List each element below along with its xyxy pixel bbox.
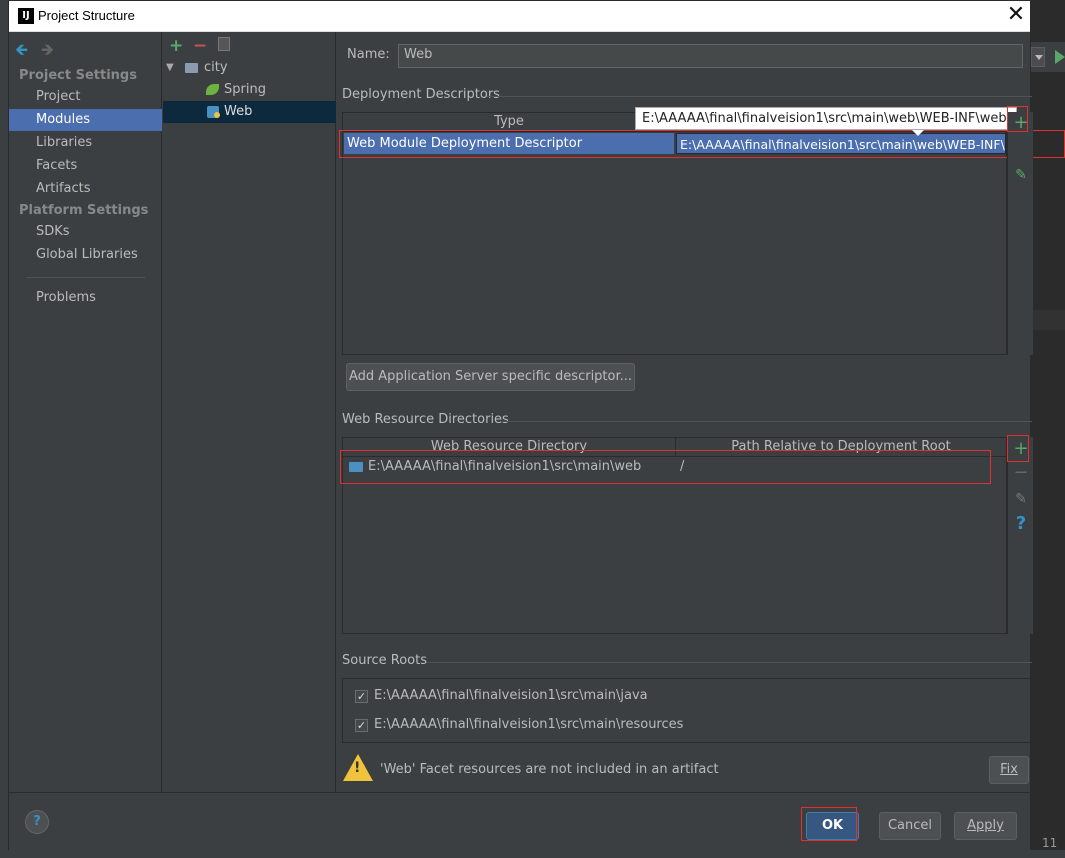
nav-item-project[interactable]: Project bbox=[9, 86, 162, 108]
tree-label-spring: Spring bbox=[224, 82, 266, 97]
nav-item-libraries[interactable]: Libraries bbox=[9, 132, 162, 154]
warning-text: 'Web' Facet resources are not included i… bbox=[380, 762, 719, 777]
list-item: E:\AAAAA\final\finalveision1\src\main\ja… bbox=[374, 688, 648, 703]
background-line-number: 11 bbox=[1042, 836, 1058, 850]
web-resource-directories-title: Web Resource Directories bbox=[342, 412, 509, 427]
ok-button[interactable]: OK bbox=[806, 812, 859, 840]
tooltip-pointer bbox=[912, 130, 924, 136]
edit-pencil-icon[interactable]: ✎ bbox=[1011, 165, 1031, 185]
name-field[interactable]: Web bbox=[398, 44, 1023, 68]
spring-leaf-icon bbox=[206, 84, 219, 95]
nav-item-global-libraries[interactable]: Global Libraries bbox=[9, 244, 162, 266]
nav-item-artifacts[interactable]: Artifacts bbox=[9, 178, 162, 200]
close-button[interactable]: ✕ bbox=[1002, 4, 1030, 28]
nav-item-modules[interactable]: Modules bbox=[9, 109, 162, 131]
remove-icon[interactable]: − bbox=[193, 36, 207, 56]
background-ide-right bbox=[1031, 0, 1065, 858]
tree-label-web: Web bbox=[224, 104, 253, 119]
add-icon[interactable]: + bbox=[169, 36, 183, 56]
help-button[interactable]: ? bbox=[25, 810, 49, 834]
background-status-bar bbox=[0, 850, 1065, 858]
nav-item-sdks[interactable]: SDKs bbox=[9, 221, 162, 243]
table-row[interactable]: E:\AAAAA\final\finalveision1\src\main\we… bbox=[344, 457, 1006, 478]
expand-arrow-icon[interactable]: ▼ bbox=[166, 57, 174, 79]
module-folder-icon bbox=[185, 63, 198, 73]
web-resource-dir-cell: E:\AAAAA\final\finalveision1\src\main\we… bbox=[368, 459, 642, 474]
relative-path-cell: / bbox=[680, 459, 685, 474]
web-folder-icon bbox=[349, 462, 363, 472]
fix-button[interactable]: Fix bbox=[989, 756, 1029, 784]
window-title: Project Structure bbox=[38, 8, 135, 23]
source-roots-title: Source Roots bbox=[342, 653, 428, 668]
add-web-resource-icon[interactable]: + bbox=[1011, 439, 1031, 459]
background-ide-left bbox=[0, 0, 8, 858]
help-question-icon[interactable]: ? bbox=[1011, 514, 1031, 534]
settings-nav: 🡸 🡺 Project Settings Project Modules Lib… bbox=[9, 32, 162, 792]
module-tree-panel: + − ▼ city Spring Web bbox=[163, 32, 336, 792]
name-label: Name: bbox=[347, 47, 390, 62]
web-globe-badge-icon bbox=[214, 112, 220, 118]
add-descriptor-icon[interactable]: + bbox=[1011, 113, 1031, 133]
tree-label-city: city bbox=[204, 60, 228, 75]
project-settings-header: Project Settings bbox=[19, 68, 137, 83]
apply-button[interactable]: Apply bbox=[954, 812, 1017, 840]
deployment-descriptors-table: Type Web Module Deployment Descriptor E:… bbox=[342, 112, 1007, 355]
section-divider bbox=[487, 96, 1032, 97]
project-structure-dialog: IJ Project Structure ✕ 🡸 🡺 Project Setti… bbox=[8, 0, 1065, 851]
facet-settings-panel: Name: Web Deployment Descriptors Type We… bbox=[337, 32, 1065, 792]
back-arrow-icon[interactable]: 🡸 bbox=[15, 39, 28, 66]
descriptor-toolbar: + ✎ bbox=[1007, 112, 1033, 355]
add-server-descriptor-button[interactable]: Add Application Server specific descript… bbox=[346, 363, 635, 391]
nav-divider bbox=[27, 277, 145, 278]
descriptor-type-cell[interactable]: Web Module Deployment Descriptor bbox=[344, 133, 674, 154]
forward-arrow-icon[interactable]: 🡺 bbox=[41, 39, 54, 66]
section-divider bbox=[501, 421, 1032, 422]
title-bar: IJ Project Structure ✕ bbox=[9, 1, 1030, 32]
background-editor-line bbox=[1031, 310, 1065, 330]
remove-web-resource-icon[interactable]: − bbox=[1011, 463, 1031, 483]
nav-item-facets[interactable]: Facets bbox=[9, 155, 162, 177]
section-divider bbox=[427, 662, 1032, 663]
tree-node-city[interactable]: ▼ city bbox=[163, 57, 336, 79]
deployment-descriptors-title: Deployment Descriptors bbox=[342, 87, 500, 102]
nav-item-problems[interactable]: Problems bbox=[9, 287, 162, 309]
column-header-type[interactable]: Type bbox=[343, 113, 676, 132]
column-header-web-resource-directory[interactable]: Web Resource Directory bbox=[343, 438, 676, 457]
tree-node-web[interactable]: Web bbox=[163, 101, 336, 123]
warning-exclamation: ! bbox=[354, 760, 361, 776]
source-root-checkbox[interactable]: ✓ bbox=[355, 719, 368, 732]
cancel-button[interactable]: Cancel bbox=[879, 812, 941, 840]
web-resource-toolbar: + − ✎ ? bbox=[1007, 437, 1033, 634]
column-header-relative-path[interactable]: Path Relative to Deployment Root bbox=[676, 438, 1006, 457]
dialog-footer: ? OK Cancel Apply bbox=[9, 792, 1030, 851]
run-icon bbox=[1055, 50, 1065, 64]
intellij-logo-icon: IJ bbox=[18, 8, 34, 24]
path-tooltip: E:\AAAAA\final\finalveision1\src\main\we… bbox=[635, 107, 1017, 130]
descriptor-path-cell[interactable]: E:\AAAAA\final\finalveision1\src\main\we… bbox=[676, 133, 1006, 154]
platform-settings-header: Platform Settings bbox=[19, 203, 149, 218]
list-item: E:\AAAAA\final\finalveision1\src\main\re… bbox=[374, 717, 684, 732]
source-roots-list: ✓ E:\AAAAA\final\finalveision1\src\main\… bbox=[342, 678, 1032, 743]
background-run-config-dropdown bbox=[1031, 47, 1045, 67]
source-root-checkbox[interactable]: ✓ bbox=[355, 690, 368, 703]
copy-icon[interactable] bbox=[218, 37, 230, 51]
web-resource-table: Web Resource Directory Path Relative to … bbox=[342, 437, 1007, 634]
edit-pencil-icon[interactable]: ✎ bbox=[1011, 489, 1031, 509]
tree-node-spring[interactable]: Spring bbox=[163, 79, 336, 101]
